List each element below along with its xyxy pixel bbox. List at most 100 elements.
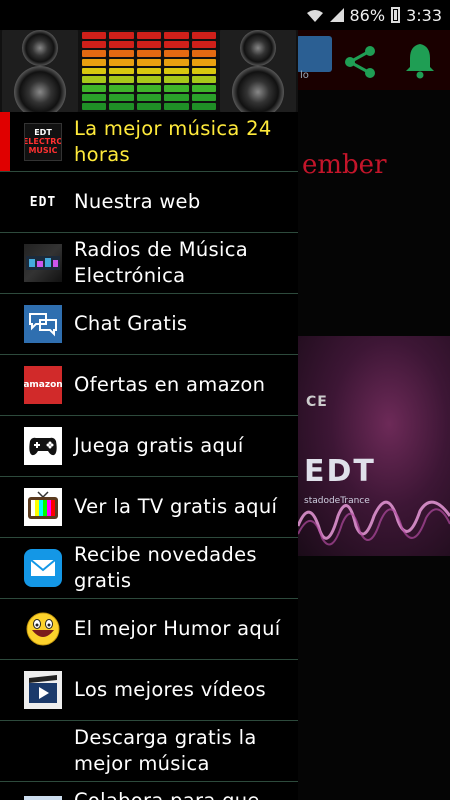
menu-item-tv[interactable]: Ver la TV gratis aquí bbox=[0, 477, 298, 538]
equalizer-segment bbox=[164, 49, 189, 57]
equalizer-segment bbox=[191, 76, 217, 84]
menu-item-amazon[interactable]: amazon Ofertas en amazon bbox=[0, 355, 298, 416]
drawer-header-image bbox=[0, 30, 298, 112]
battery-icon bbox=[391, 7, 401, 23]
equalizer-segment bbox=[109, 85, 134, 93]
bell-icon[interactable] bbox=[400, 40, 440, 80]
equalizer-column bbox=[164, 32, 189, 111]
equalizer-segment bbox=[136, 67, 162, 75]
electro-music-icon: EDT ELECTRO MUSIC bbox=[24, 122, 62, 161]
signal-icon bbox=[329, 8, 344, 22]
equalizer-segment bbox=[136, 32, 162, 39]
equalizer-segment bbox=[191, 94, 217, 102]
menu-item-label: Colabora para que bbox=[74, 788, 260, 800]
menu-item-musica-24h[interactable]: EDT ELECTRO MUSIC La mejor música 24 hor… bbox=[0, 112, 298, 172]
smiley-icon bbox=[24, 610, 62, 648]
equalizer-column bbox=[109, 32, 134, 111]
equalizer-segment bbox=[82, 85, 107, 93]
status-indicators: 86% 3:33 bbox=[306, 4, 442, 26]
equalizer-segment bbox=[109, 32, 134, 39]
equalizer-segment bbox=[109, 103, 134, 111]
equalizer-segment bbox=[136, 103, 162, 111]
menu-item-videos[interactable]: Los mejores vídeos bbox=[0, 660, 298, 721]
menu-item-label: Descarga gratis la mejor música bbox=[74, 726, 257, 775]
menu-item-nuestra-web[interactable]: EDT Nuestra web bbox=[0, 172, 298, 233]
equalizer-segment bbox=[136, 94, 162, 102]
banner-light-trail bbox=[298, 500, 450, 546]
equalizer-segment bbox=[164, 40, 189, 48]
menu-item-label: El mejor Humor aquí bbox=[74, 617, 281, 640]
equalizer-segment bbox=[191, 32, 217, 39]
mail-icon bbox=[24, 549, 62, 587]
equalizer-segment bbox=[82, 58, 107, 66]
equalizer-segment bbox=[109, 58, 134, 66]
equalizer-segment bbox=[191, 103, 217, 111]
app-tile-label: lo bbox=[300, 70, 309, 81]
menu-item-label: La mejor música 24 horas bbox=[74, 116, 272, 166]
battery-percent: 86% bbox=[349, 5, 386, 25]
equalizer-segment bbox=[191, 85, 217, 93]
equalizer-segment bbox=[164, 32, 189, 39]
equalizer-segment bbox=[191, 67, 217, 75]
menu-item-colabora[interactable]: Colabora para que bbox=[0, 782, 298, 800]
menu-item-chat[interactable]: Chat Gratis bbox=[0, 294, 298, 355]
menu-item-label: Los mejores vídeos bbox=[74, 678, 266, 701]
menu-item-descarga[interactable]: Descarga gratis la mejor música bbox=[0, 721, 298, 782]
equalizer-column bbox=[191, 32, 217, 111]
equalizer-segment bbox=[82, 103, 107, 111]
share-icon[interactable] bbox=[340, 42, 380, 82]
menu-item-label: Nuestra web bbox=[74, 190, 201, 213]
equalizer-segment bbox=[82, 94, 107, 102]
menu-item-label: Ofertas en amazon bbox=[74, 373, 266, 396]
equalizer-column bbox=[82, 32, 107, 111]
amazon-icon: amazon bbox=[24, 366, 62, 404]
equalizer-segment bbox=[164, 76, 189, 84]
menu-item-label: Radios de Música Electrónica bbox=[74, 238, 248, 287]
equalizer-segment bbox=[82, 49, 107, 57]
tv-icon bbox=[24, 488, 62, 526]
active-indicator bbox=[0, 112, 10, 171]
app-heading-text: ember bbox=[302, 150, 387, 180]
wifi-icon bbox=[306, 8, 324, 22]
equalizer-segment bbox=[82, 76, 107, 84]
menu-item-juegos[interactable]: Juega gratis aquí bbox=[0, 416, 298, 477]
drawer-menu: EDT ELECTRO MUSIC La mejor música 24 hor… bbox=[0, 112, 298, 800]
app-banner-image[interactable]: CE EDT stadodeTrance bbox=[298, 336, 450, 556]
clock: 3:33 bbox=[406, 5, 442, 25]
video-icon bbox=[24, 671, 62, 709]
menu-item-label: Chat Gratis bbox=[74, 312, 188, 335]
equalizer-segment bbox=[164, 67, 189, 75]
menu-item-humor[interactable]: El mejor Humor aquí bbox=[0, 599, 298, 660]
speaker-left-image bbox=[2, 30, 78, 112]
equalizer-column bbox=[136, 32, 162, 111]
app-tile-icon[interactable] bbox=[296, 36, 332, 72]
chat-icon bbox=[24, 305, 62, 343]
gamepad-icon bbox=[24, 427, 62, 465]
equalizer-segment bbox=[82, 67, 107, 75]
equalizer-segment bbox=[82, 32, 107, 39]
equalizer-segment bbox=[191, 58, 217, 66]
speaker-right-image bbox=[220, 30, 296, 112]
equalizer-segment bbox=[109, 49, 134, 57]
equalizer-segment bbox=[136, 40, 162, 48]
radio-icon bbox=[24, 244, 62, 282]
equalizer-segment bbox=[136, 58, 162, 66]
equalizer-segment bbox=[109, 67, 134, 75]
menu-item-radios[interactable]: Radios de Música Electrónica bbox=[0, 233, 298, 294]
equalizer-segment bbox=[109, 40, 134, 48]
menu-item-novedades[interactable]: Recibe novedades gratis bbox=[0, 538, 298, 599]
status-bar: 86% 3:33 bbox=[0, 0, 450, 30]
equalizer-segment bbox=[164, 103, 189, 111]
menu-item-label: Juega gratis aquí bbox=[74, 434, 244, 457]
equalizer-segment bbox=[136, 85, 162, 93]
banner-logo-text: EDT bbox=[304, 454, 376, 489]
equalizer-segment bbox=[109, 94, 134, 102]
navigation-drawer: EDT ELECTRO MUSIC La mejor música 24 hor… bbox=[0, 30, 298, 800]
equalizer-segment bbox=[82, 40, 107, 48]
equalizer-segment bbox=[136, 76, 162, 84]
edt-logo-icon: EDT bbox=[29, 194, 57, 210]
equalizer-segment bbox=[164, 58, 189, 66]
equalizer-segment bbox=[109, 76, 134, 84]
partial-icon bbox=[24, 796, 62, 800]
equalizer-segment bbox=[164, 85, 189, 93]
